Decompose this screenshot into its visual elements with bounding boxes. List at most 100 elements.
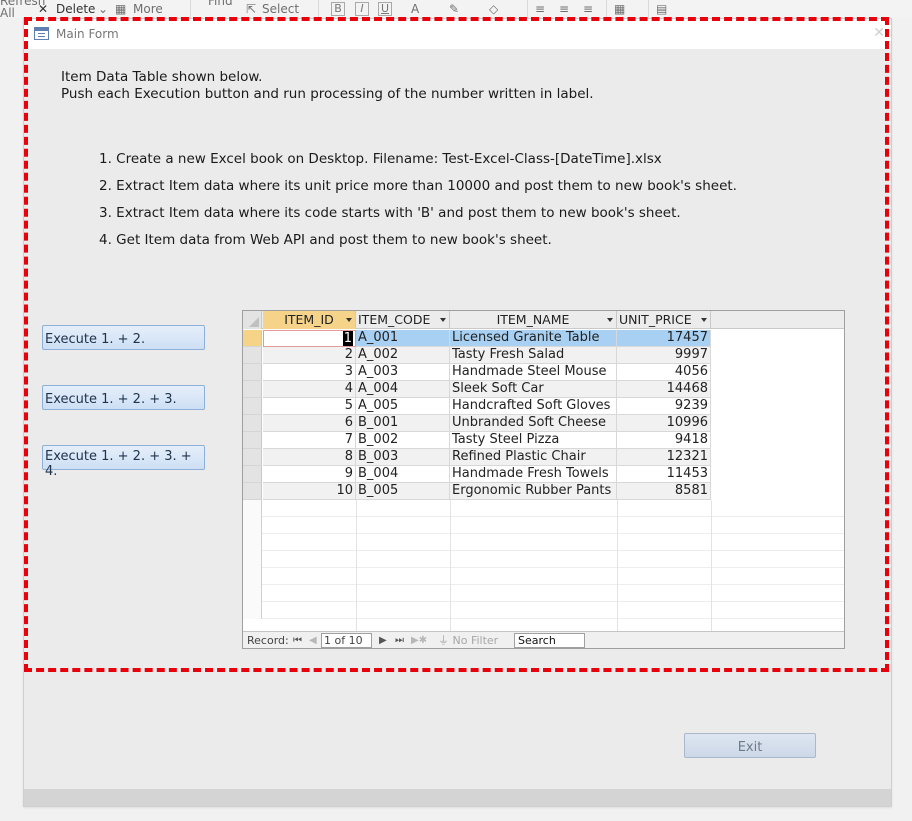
cell-code[interactable]: A_003 [356,364,450,381]
cell-id[interactable]: 1 [263,330,356,347]
table-row[interactable]: 8 B_003 Refined Plastic Chair 12321 [263,449,844,466]
row-selector[interactable] [243,364,262,381]
column-header-item-code[interactable]: ITEM_CODE [356,311,450,329]
fill-color-icon[interactable]: ◇ [489,2,498,16]
dropdown-arrow-icon[interactable] [607,318,613,322]
gridlines-icon[interactable]: ▦ [614,2,625,16]
cell-code[interactable]: B_002 [356,432,450,449]
current-record-input[interactable]: 1 of 10 [321,633,372,648]
table-row[interactable]: 2 A_002 Tasty Fresh Salad 9997 [263,347,844,364]
cell-code[interactable]: B_003 [356,449,450,466]
cell-price[interactable]: 12321 [617,449,711,466]
find-button[interactable]: Find [208,0,233,8]
exit-button[interactable]: Exit [684,733,816,758]
cell-name[interactable]: Unbranded Soft Cheese [450,415,617,432]
cell-name[interactable]: Tasty Fresh Salad [450,347,617,364]
table-row[interactable]: 3 A_003 Handmade Steel Mouse 4056 [263,364,844,381]
execute-1-2-button[interactable]: Execute 1. + 2. [42,325,205,350]
cell-name[interactable]: Ergonomic Rubber Pants [450,483,617,500]
row-selector[interactable] [243,432,262,449]
underline-button[interactable]: U [378,2,392,16]
row-selector[interactable] [243,449,262,466]
cell-price[interactable]: 10996 [617,415,711,432]
row-selector[interactable] [243,381,262,398]
cell-code[interactable]: B_001 [356,415,450,432]
cell-name[interactable]: Sleek Soft Car [450,381,617,398]
chevron-down-icon[interactable]: ⌄ [98,2,108,16]
cell-name[interactable]: Handmade Steel Mouse [450,364,617,381]
cell-price[interactable]: 9418 [617,432,711,449]
cell-code[interactable]: A_002 [356,347,450,364]
next-record-icon[interactable]: ▶ [379,633,387,648]
highlighter-icon[interactable]: ✎ [449,2,459,16]
new-record-icon[interactable]: ▶✱ [411,633,427,648]
cell-name[interactable]: Handcrafted Soft Gloves [450,398,617,415]
last-record-icon[interactable]: ⏭ [395,633,404,648]
cell-name[interactable]: Handmade Fresh Towels [450,466,617,483]
cell-id[interactable]: 4 [263,381,356,398]
dropdown-arrow-icon[interactable] [701,318,707,322]
select-all-corner[interactable] [243,311,262,329]
cell-price[interactable]: 8581 [617,483,711,500]
row-selector[interactable] [243,483,262,500]
align-right-icon[interactable]: ≡ [583,2,593,16]
cell-price[interactable]: 11453 [617,466,711,483]
column-header-item-name[interactable]: ITEM_NAME [450,311,617,329]
cell-price[interactable]: 14468 [617,381,711,398]
font-color-icon[interactable]: A [411,2,419,16]
row-selector[interactable] [243,398,262,415]
align-center-icon[interactable]: ≡ [559,2,569,16]
bold-button[interactable]: B [331,2,345,16]
cell-id[interactable]: 5 [263,398,356,415]
italic-button[interactable]: I [355,2,369,16]
cell-id[interactable]: 8 [263,449,356,466]
cell-code[interactable]: B_004 [356,466,450,483]
delete-icon[interactable]: ✕ [38,2,48,16]
cell-code[interactable]: A_005 [356,398,450,415]
cell-id[interactable]: 3 [263,364,356,381]
first-record-icon[interactable]: ⏮ [293,633,302,648]
cell-price[interactable]: 4056 [617,364,711,381]
execute-1-2-3-4-button[interactable]: Execute 1. + 2. + 3. + 4. [42,445,205,479]
row-selector[interactable] [243,347,262,364]
row-selector[interactable] [243,415,262,432]
more-button[interactable]: More [133,2,163,16]
cell-code[interactable]: B_005 [356,483,450,500]
cell-code[interactable]: A_001 [356,330,450,347]
column-header-item-id[interactable]: ITEM_ID [263,311,356,329]
dropdown-arrow-icon[interactable] [440,318,446,322]
no-filter-indicator[interactable]: ⏚ No Filter [438,633,498,648]
execute-1-2-3-button[interactable]: Execute 1. + 2. + 3. [42,385,205,410]
cell-id[interactable]: 9 [263,466,356,483]
search-input[interactable]: Search [514,633,585,648]
cell-id[interactable]: 2 [263,347,356,364]
row-selector[interactable] [243,466,262,483]
table-row[interactable]: 6 B_001 Unbranded Soft Cheese 10996 [263,415,844,432]
cell-name[interactable]: Refined Plastic Chair [450,449,617,466]
table-row[interactable]: 10 B_005 Ergonomic Rubber Pants 8581 [263,483,844,500]
row-selector[interactable] [243,330,262,347]
column-header-unit-price[interactable]: UNIT_PRICE [617,311,711,329]
align-left-icon[interactable]: ≡ [535,2,545,16]
cell-code[interactable]: A_004 [356,381,450,398]
dropdown-arrow-icon[interactable] [346,318,352,322]
alternate-row-color-icon[interactable]: ▤ [656,2,667,16]
close-icon[interactable]: ✕ [873,25,885,41]
refresh-all-label[interactable]: All [0,6,15,18]
cell-price[interactable]: 17457 [617,330,711,347]
cell-name[interactable]: Licensed Granite Table [450,330,617,347]
table-row[interactable]: 1 A_001 Licensed Granite Table 17457 [263,330,844,347]
delete-button[interactable]: Delete [56,2,95,16]
cell-id[interactable]: 7 [263,432,356,449]
table-row[interactable]: 5 A_005 Handcrafted Soft Gloves 9239 [263,398,844,415]
table-row[interactable]: 4 A_004 Sleek Soft Car 14468 [263,381,844,398]
table-row[interactable]: 7 B_002 Tasty Steel Pizza 9418 [263,432,844,449]
item-datasheet[interactable]: ITEM_ID ITEM_CODE ITEM_NAME UNIT_PRICE 1… [242,310,845,649]
select-button[interactable]: Select [262,2,299,16]
cell-name[interactable]: Tasty Steel Pizza [450,432,617,449]
cell-price[interactable]: 9239 [617,398,711,415]
cell-id[interactable]: 10 [263,483,356,500]
table-row[interactable]: 9 B_004 Handmade Fresh Towels 11453 [263,466,844,483]
cell-price[interactable]: 9997 [617,347,711,364]
previous-record-icon[interactable]: ◀ [309,633,317,648]
